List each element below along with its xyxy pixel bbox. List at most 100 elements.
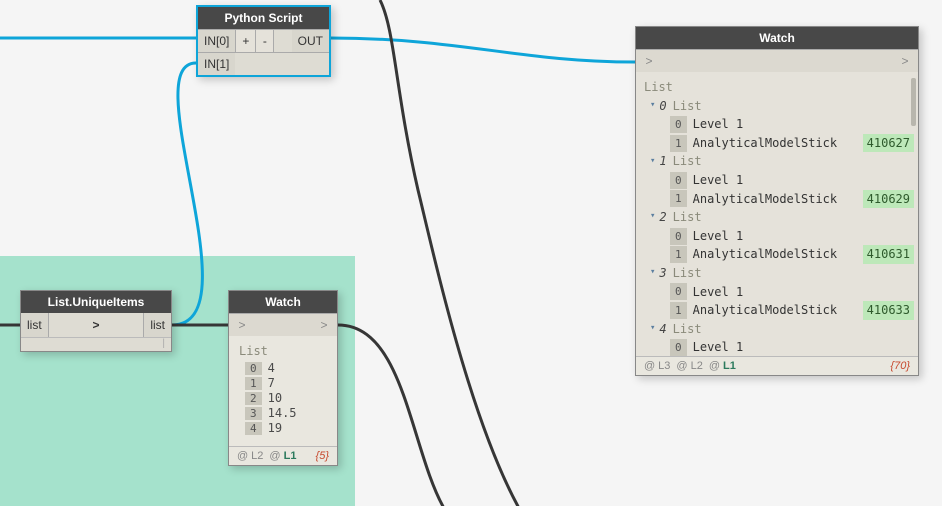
list-value: 19 [268,421,282,435]
tree-group-header[interactable]: ▾ 1 List [650,152,914,171]
group-index: 1 [659,152,666,171]
element-id-pill: 410629 [863,190,914,209]
row-value: AnalyticalModelStick [693,134,838,153]
tree-group: ▾4List0Level 11AnalyticalModelStick41063… [650,320,914,356]
row-value: Level 1 [693,338,744,356]
port-out[interactable]: OUT [292,30,329,52]
scrollbar-thumb[interactable] [911,78,916,126]
collapse-icon[interactable]: ▾ [650,210,655,224]
collapse-icon[interactable]: ▾ [650,266,655,280]
element-id-pill: 410631 [863,245,914,264]
level-toggle[interactable]: @L2 [237,450,266,462]
tree-row: 0 Level 1 [670,283,914,302]
index-badge: 0 [245,362,262,375]
list-value: 7 [268,376,275,390]
index-badge: 0 [670,172,687,189]
index-badge: 0 [670,283,687,300]
node-title: Python Script [198,7,329,29]
remove-input-button[interactable]: - [256,30,274,52]
list-item: 314.5 [245,406,327,420]
tree-group-header[interactable]: ▾ 3 List [650,264,914,283]
index-badge: 1 [670,246,687,263]
index-badge: 4 [245,422,262,435]
port-out-list[interactable]: list [143,313,171,337]
level-toggle[interactable]: @L1 [269,450,299,462]
watch-next-button[interactable]: > [311,314,337,336]
port-in-0[interactable]: IN[0] [198,30,236,52]
group-index: 2 [659,208,666,227]
watch-levels[interactable]: @L2@L1 [237,450,302,462]
row-value: AnalyticalModelStick [693,245,838,264]
node-title: List.UniqueItems [21,291,171,313]
group-index: 4 [659,320,666,339]
index-badge: 2 [245,392,262,405]
group-index: 0 [659,97,666,116]
collapse-icon[interactable]: ▾ [650,322,655,336]
tree-row: 1 AnalyticalModelStick 410633 [670,301,914,320]
node-title: Watch [229,291,337,313]
tree-group: ▾ 3 List0 Level 1 1 AnalyticalModelStick 41063… [650,264,914,320]
collapse-icon[interactable]: ▾ [650,99,655,113]
watch-levels[interactable]: @L3@L2 @L1 [644,360,742,372]
tree-group-header[interactable]: ▾4List [650,320,914,339]
index-badge: 0 [670,228,687,245]
watch-list-header: List [239,344,327,358]
node-python-script[interactable]: Python Script IN[0] + - OUT IN[1] [196,5,331,77]
tree-row: 0 Level 1 [670,115,914,134]
list-value: 4 [268,361,275,375]
port-in-1[interactable]: IN[1] [198,53,235,75]
tree-row: 1 AnalyticalModelStick 410629 [670,190,914,209]
node-title: Watch [636,27,918,49]
tree-group: ▾0List0Level 11AnalyticalModelStick41062… [650,97,914,153]
add-input-button[interactable]: + [236,30,256,52]
element-id-pill: 410633 [863,301,914,320]
watch-prev-button[interactable]: > [636,50,662,72]
watch-list-header: List [644,78,914,97]
group-label: List [673,264,702,283]
row-value: Level 1 [693,171,744,190]
level-toggle[interactable]: @L2 [676,360,705,372]
watch-next-button[interactable]: > [892,50,918,72]
tree-row: 1 AnalyticalModelStick 410627 [670,134,914,153]
tree-row: 0 Level 1 [670,171,914,190]
index-badge: 3 [245,407,262,420]
element-id-pill: 410627 [863,134,914,153]
row-value: Level 1 [693,283,744,302]
group-label: List [673,208,702,227]
tree-row: 1 AnalyticalModelStick 410631 [670,245,914,264]
watch-count: {70} [890,360,910,372]
port-in-list[interactable]: list [21,313,49,337]
group-label: List [673,152,702,171]
lacing-chevron-icon[interactable]: > [49,313,144,337]
list-item: 04 [245,361,327,375]
index-badge: 0 [670,339,687,356]
list-item: 2 10 [245,391,327,405]
tree-group: ▾ 1 List0 Level 1 1 AnalyticalModelStick 41062… [650,152,914,208]
node-footer: | [21,337,171,351]
row-value: AnalyticalModelStick [693,190,838,209]
list-value: 10 [268,391,282,405]
list-item: 4 19 [245,421,327,435]
index-badge: 1 [670,302,687,319]
index-badge: 0 [670,116,687,133]
level-toggle[interactable]: @L1 [709,360,739,372]
node-watch-big[interactable]: Watch > > List ▾0List0Level 11Analytical… [635,26,919,376]
index-badge: 1 [670,135,687,152]
node-list-unique-items[interactable]: List.UniqueItems list > list | [20,290,172,352]
level-toggle[interactable]: @L3 [644,360,673,372]
tree-group-header[interactable]: ▾0List [650,97,914,116]
list-item: 17 [245,376,327,390]
tree-group-header[interactable]: ▾ 2 List [650,208,914,227]
index-badge: 1 [670,190,687,207]
index-badge: 1 [245,377,262,390]
node-watch-small[interactable]: Watch > > List 0417210314.5419 @L2@L1 {5… [228,290,338,466]
collapse-icon[interactable]: ▾ [650,155,655,169]
row-value: AnalyticalModelStick [693,301,838,320]
tree-group: ▾ 2 List0 Level 1 1 AnalyticalModelStick 41063… [650,208,914,264]
group-index: 3 [659,264,666,283]
watch-prev-button[interactable]: > [229,314,255,336]
row-value: Level 1 [693,227,744,246]
tree-row: 0 Level 1 [670,338,914,356]
tree-row: 0 Level 1 [670,227,914,246]
row-value: Level 1 [693,115,744,134]
